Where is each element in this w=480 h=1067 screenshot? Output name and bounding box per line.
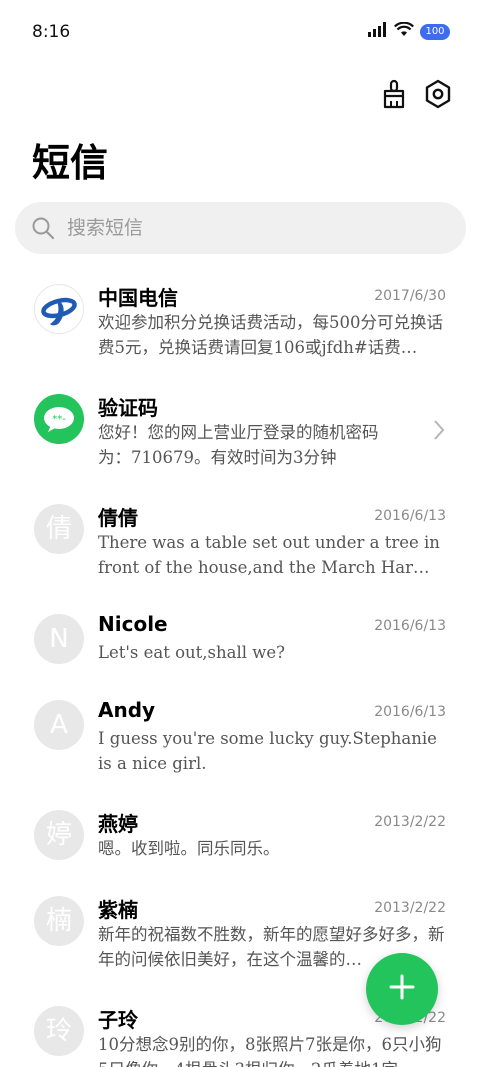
avatar: A <box>34 700 84 750</box>
page-title: 短信 <box>32 141 109 185</box>
message-sender: 倩倩 <box>98 506 138 530</box>
message-item-china-telecom[interactable]: 中国电信 2017/6/30 欢迎参加积分兑换话费活动，每500分可兑换话费5元… <box>0 270 480 374</box>
gear-icon[interactable] <box>422 78 454 110</box>
message-preview: There was a table set out under a tree i… <box>98 533 440 577</box>
message-bubble-icon: **- <box>34 394 84 444</box>
status-icons: 100 <box>368 21 450 41</box>
message-preview: 欢迎参加积分兑换话费活动，每500分可兑换话费5元，兑换话费请回复106或jfd… <box>98 313 443 357</box>
message-sender: 紫楠 <box>98 898 138 922</box>
message-date: 2016/6/13 <box>374 618 446 634</box>
message-preview: 10分想念9别的你，8张照片7张是你，6只小狗5只像你，4根骨头3根归你，2瓜着… <box>98 1035 442 1067</box>
message-preview: 您好！您的网上营业厅登录的随机密码为：710679。有效时间为3分钟 <box>98 423 379 467</box>
avatar: 倩 <box>34 504 84 554</box>
message-item[interactable]: A Andy 2016/6/13 I guess you're some luc… <box>0 686 480 790</box>
message-date: 2016/6/13 <box>374 508 446 524</box>
broom-icon[interactable] <box>378 78 410 110</box>
message-sender: Andy <box>98 698 156 722</box>
message-date: 2016/6/13 <box>374 704 446 720</box>
message-sender: 燕婷 <box>98 812 138 836</box>
messages-screen: 8:16 100 短信 搜索短信 中国电信 2017/6/30 欢迎参加积分兑换… <box>0 0 480 1067</box>
message-item-verification[interactable]: **- 验证码 您好！您的网上营业厅登录的随机密码为：710679。有效时间为3… <box>0 380 480 484</box>
search-icon <box>31 216 55 240</box>
status-time: 8:16 <box>32 22 71 42</box>
search-bar[interactable] <box>15 202 466 254</box>
avatar: N <box>34 614 84 664</box>
signal-icon <box>368 22 388 41</box>
message-date: 2017/6/30 <box>374 288 446 304</box>
china-telecom-logo <box>34 284 84 334</box>
message-date: 2013/2/22 <box>374 814 446 830</box>
message-date: 2013/2/22 <box>374 900 446 916</box>
search-input[interactable] <box>67 210 447 246</box>
plus-icon <box>388 973 416 1005</box>
avatar: 婷 <box>34 810 84 860</box>
new-message-button[interactable] <box>366 953 438 1025</box>
message-sender: 验证码 <box>98 396 158 420</box>
battery-icon: 100 <box>420 23 450 40</box>
message-preview: I guess you're some lucky guy.Stephanie … <box>98 729 437 773</box>
message-sender: 中国电信 <box>98 286 178 310</box>
message-sender: 子玲 <box>98 1008 138 1032</box>
wifi-icon <box>394 21 414 41</box>
message-sender: Nicole <box>98 612 168 636</box>
avatar: 玲 <box>34 1006 84 1056</box>
message-preview: 嗯。收到啦。同乐同乐。 <box>98 839 280 858</box>
message-item[interactable]: 倩 倩倩 2016/6/13 There was a table set out… <box>0 490 480 594</box>
message-preview: Let's eat out,shall we? <box>98 643 285 662</box>
chevron-right-icon <box>432 418 446 442</box>
avatar: 楠 <box>34 896 84 946</box>
svg-text:**-: **- <box>52 414 66 425</box>
status-bar: 8:16 100 <box>0 0 480 64</box>
